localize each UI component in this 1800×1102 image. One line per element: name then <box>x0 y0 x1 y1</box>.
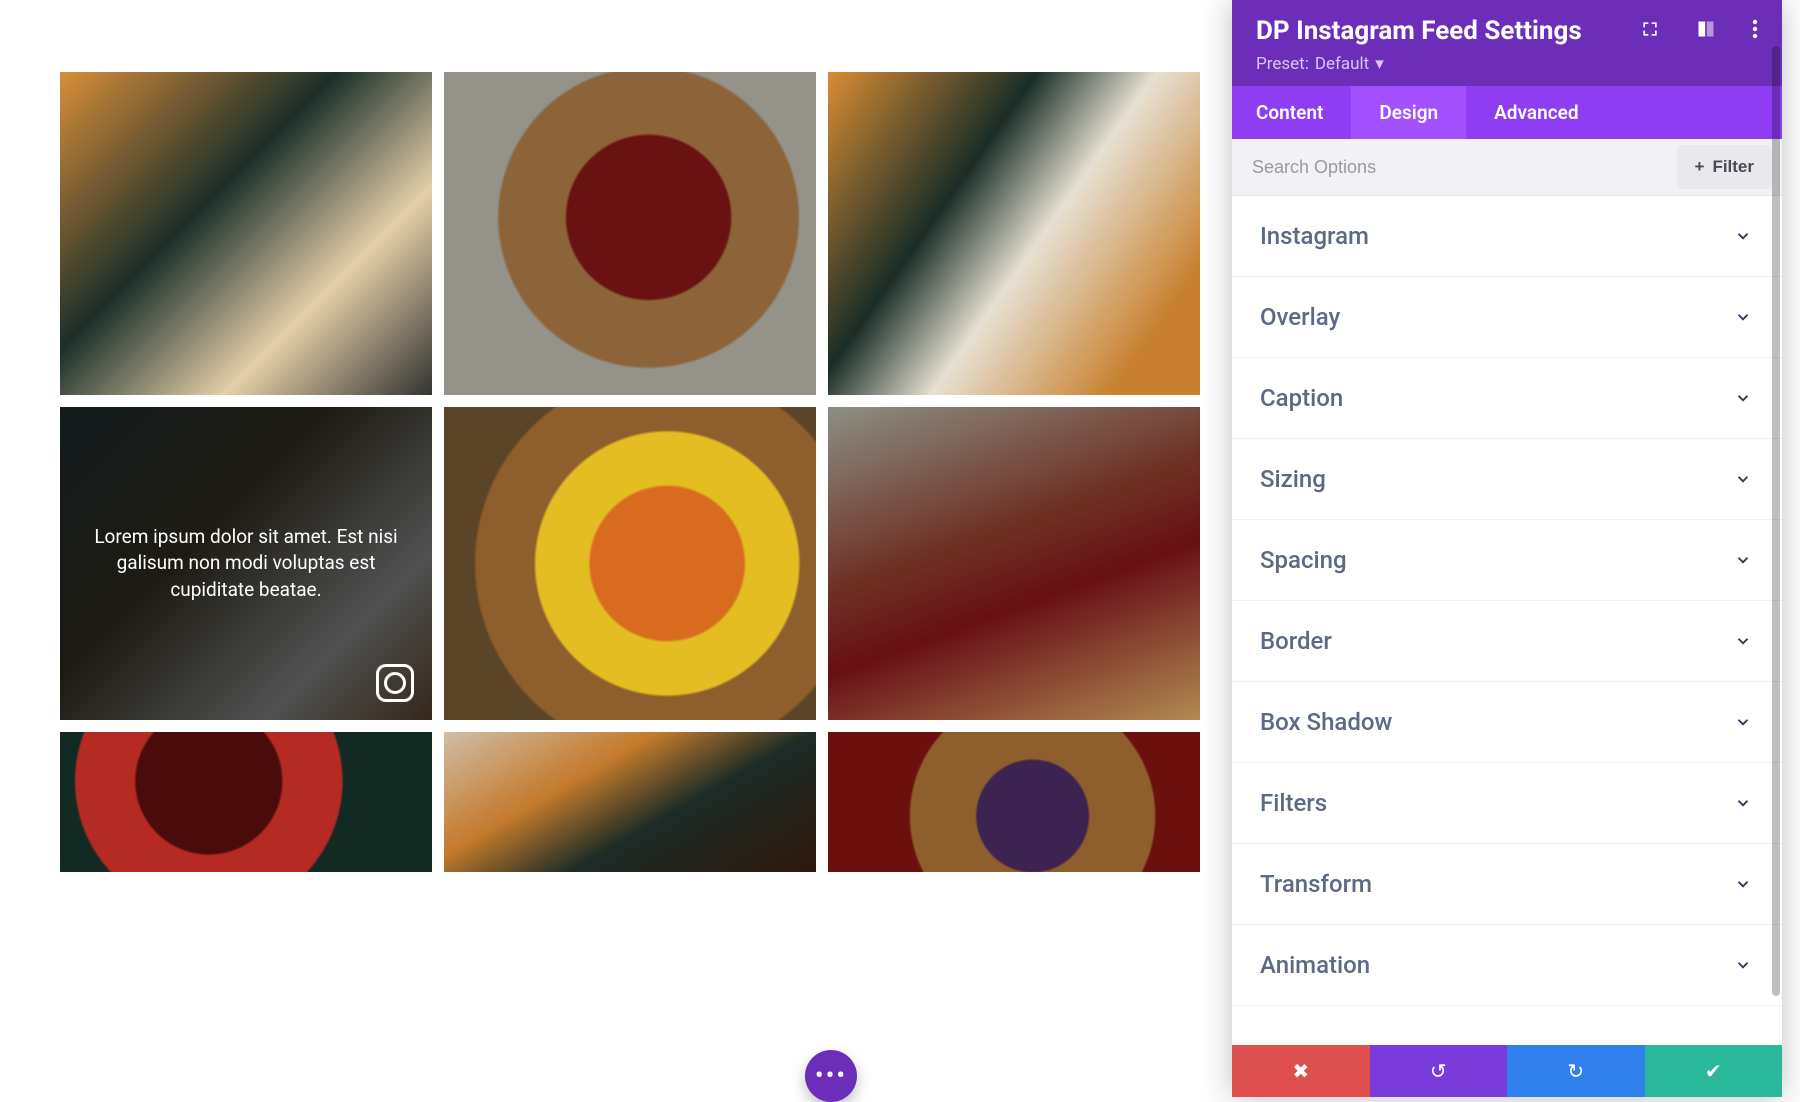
feed-item[interactable] <box>444 72 816 395</box>
feed-image <box>828 72 1200 395</box>
ellipsis-icon: ••• <box>815 1061 847 1091</box>
section-animation[interactable]: Animation <box>1232 925 1782 1006</box>
feed-item[interactable] <box>444 732 816 872</box>
tab-design[interactable]: Design <box>1351 86 1466 139</box>
cancel-button[interactable]: ✖ <box>1232 1045 1370 1097</box>
section-label: Filters <box>1260 789 1327 817</box>
feed-image <box>444 72 816 395</box>
search-row: + Filter <box>1232 139 1782 196</box>
chevron-down-icon <box>1734 875 1752 893</box>
tab-content[interactable]: Content <box>1232 86 1351 139</box>
chevron-down-icon <box>1734 227 1752 245</box>
panel-scrollbar[interactable] <box>1772 46 1780 996</box>
feed-item[interactable]: Lorem ipsum dolor sit amet. Est nisi gal… <box>60 407 432 720</box>
section-label: Instagram <box>1260 222 1369 250</box>
chevron-down-icon <box>1734 470 1752 488</box>
section-transform[interactable]: Transform <box>1232 844 1782 925</box>
feed-item[interactable] <box>444 407 816 720</box>
preset-value: Default <box>1315 54 1369 74</box>
check-icon: ✔ <box>1705 1059 1722 1083</box>
panel-title: DP Instagram Feed Settings <box>1256 16 1582 46</box>
filter-button[interactable]: + Filter <box>1677 145 1773 189</box>
tab-advanced[interactable]: Advanced <box>1466 86 1606 139</box>
feed-image <box>828 407 1200 720</box>
save-button[interactable]: ✔ <box>1645 1045 1783 1097</box>
module-options-fab[interactable]: ••• <box>805 1050 857 1102</box>
section-label: Overlay <box>1260 303 1340 331</box>
preset-selector[interactable]: Preset: Default ▾ <box>1256 54 1758 74</box>
kebab-menu-icon[interactable] <box>1752 19 1758 43</box>
plus-icon: + <box>1695 157 1705 177</box>
redo-button[interactable]: ↻ <box>1507 1045 1645 1097</box>
chevron-down-icon <box>1734 308 1752 326</box>
chevron-down-icon <box>1734 389 1752 407</box>
feed-item[interactable] <box>828 72 1200 395</box>
section-filters[interactable]: Filters <box>1232 763 1782 844</box>
preset-label: Preset: <box>1256 54 1309 74</box>
caret-down-icon: ▾ <box>1375 54 1384 74</box>
section-label: Box Shadow <box>1260 708 1392 736</box>
section-overlay[interactable]: Overlay <box>1232 277 1782 358</box>
settings-tabs: Content Design Advanced <box>1232 86 1782 139</box>
snap-icon[interactable] <box>1696 19 1716 43</box>
feed-item[interactable] <box>828 732 1200 872</box>
undo-icon: ↺ <box>1430 1059 1447 1083</box>
panel-header: DP Instagram Feed Settings Preset: Defau… <box>1232 0 1782 86</box>
undo-button[interactable]: ↺ <box>1370 1045 1508 1097</box>
feed-item[interactable] <box>60 72 432 395</box>
panel-action-bar: ✖ ↺ ↻ ✔ <box>1232 1045 1782 1097</box>
filter-label: Filter <box>1712 157 1754 177</box>
close-icon: ✖ <box>1292 1059 1309 1083</box>
section-label: Sizing <box>1260 465 1326 493</box>
feed-item[interactable] <box>60 732 432 872</box>
chevron-down-icon <box>1734 551 1752 569</box>
expand-icon[interactable] <box>1640 19 1660 43</box>
feed-image <box>444 732 816 872</box>
section-label: Caption <box>1260 384 1343 412</box>
section-box-shadow[interactable]: Box Shadow <box>1232 682 1782 763</box>
section-label: Border <box>1260 627 1332 655</box>
feed-image <box>828 732 1200 872</box>
instagram-icon[interactable] <box>376 664 414 702</box>
section-sizing[interactable]: Sizing <box>1232 439 1782 520</box>
settings-panel: DP Instagram Feed Settings Preset: Defau… <box>1232 0 1782 1097</box>
feed-image <box>60 732 432 872</box>
section-label: Spacing <box>1260 546 1347 574</box>
credit-text <box>1232 1006 1782 1045</box>
chevron-down-icon <box>1734 794 1752 812</box>
section-caption[interactable]: Caption <box>1232 358 1782 439</box>
section-instagram[interactable]: Instagram <box>1232 196 1782 277</box>
section-label: Animation <box>1260 951 1370 979</box>
instagram-feed-grid: Lorem ipsum dolor sit amet. Est nisi gal… <box>60 72 1200 872</box>
search-input[interactable] <box>1232 141 1667 194</box>
feed-item-caption: Lorem ipsum dolor sit amet. Est nisi gal… <box>90 524 402 604</box>
section-spacing[interactable]: Spacing <box>1232 520 1782 601</box>
feed-image <box>60 72 432 395</box>
redo-icon: ↻ <box>1567 1059 1584 1083</box>
feed-image <box>444 407 816 720</box>
feed-item[interactable] <box>828 407 1200 720</box>
sections-list: Instagram Overlay Caption Sizing Spacing… <box>1232 196 1782 1045</box>
section-border[interactable]: Border <box>1232 601 1782 682</box>
chevron-down-icon <box>1734 713 1752 731</box>
chevron-down-icon <box>1734 956 1752 974</box>
section-label: Transform <box>1260 870 1372 898</box>
chevron-down-icon <box>1734 632 1752 650</box>
